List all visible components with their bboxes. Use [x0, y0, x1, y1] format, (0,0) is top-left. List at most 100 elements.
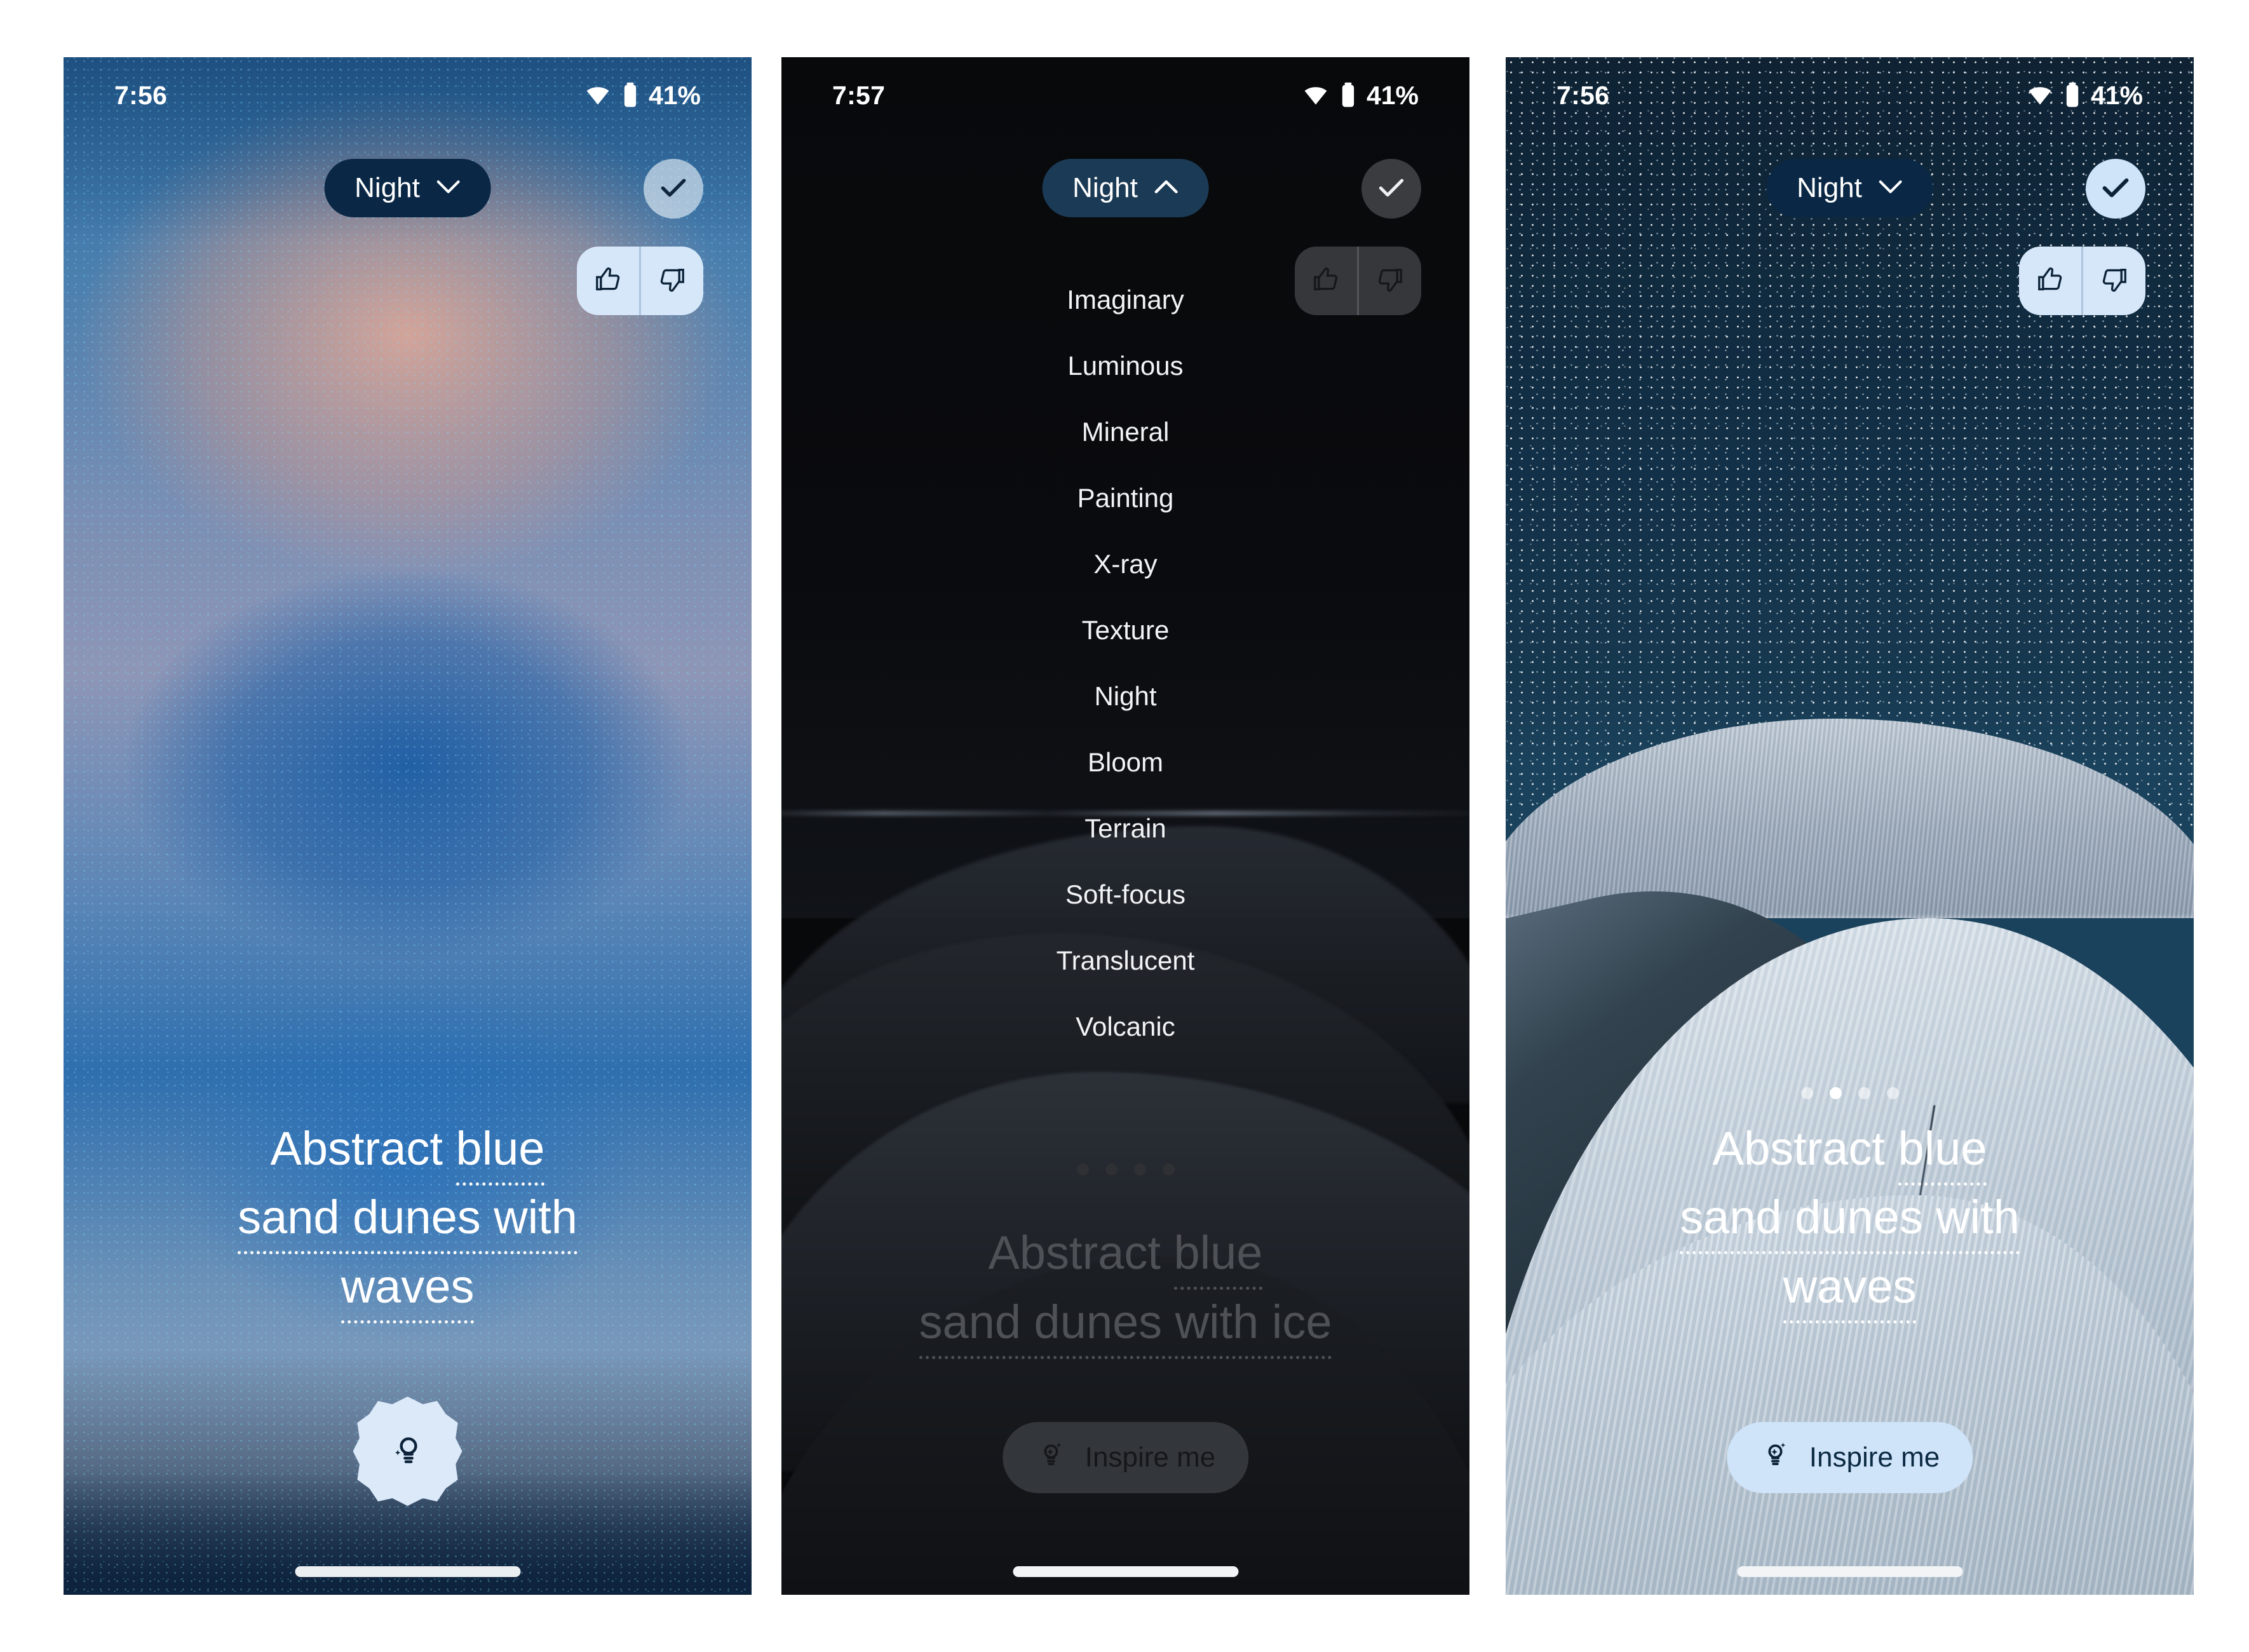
prompt-line: Abstract blue	[781, 1219, 1469, 1290]
style-selector-chip[interactable]: Night	[324, 159, 491, 217]
lightbulb-sparkle-icon	[1036, 1439, 1067, 1477]
status-icons: 41%	[584, 81, 701, 111]
prompt-line: sand dunes with ice	[781, 1288, 1469, 1360]
prompt-token-waves[interactable]: waves	[341, 1260, 475, 1324]
prompt-text[interactable]: Abstract blue sand dunes with waves	[1506, 1114, 2194, 1324]
chevron-down-icon	[1879, 179, 1903, 198]
prompt-token-sand-dunes[interactable]: sand dunes with	[238, 1191, 577, 1255]
status-icons: 41%	[2026, 81, 2143, 111]
rating-control	[2019, 247, 2145, 315]
confirm-wallpaper-button[interactable]	[2086, 159, 2145, 219]
wallpaper-preview-abstract: 7:56 41% Night Abstract blue sand dunes …	[64, 57, 752, 1595]
status-clock: 7:56	[1557, 80, 1610, 110]
style-option-painting[interactable]: Painting	[1077, 465, 1174, 531]
wallpaper-preview-dunes: 7:56 41% Night Abstract blue sand dunes …	[1506, 57, 2194, 1595]
inspire-me-button[interactable]: Inspire me	[1002, 1422, 1249, 1493]
rating-control	[1295, 247, 1421, 315]
thumb-down-button[interactable]	[641, 247, 703, 315]
inspire-me-label: Inspire me	[1809, 1442, 1940, 1473]
prompt-line: sand dunes with	[64, 1183, 752, 1255]
wifi-icon	[1302, 81, 1330, 109]
prompt-plain: Abstract	[1712, 1121, 1898, 1175]
page-dot[interactable]	[1886, 1087, 1899, 1099]
style-option-texture[interactable]: Texture	[1082, 597, 1170, 663]
page-dots	[781, 1163, 1469, 1175]
wifi-icon	[584, 81, 612, 109]
confirm-wallpaper-button[interactable]	[644, 159, 703, 219]
prompt-text[interactable]: Abstract blue sand dunes with ice	[781, 1219, 1469, 1360]
page-dot[interactable]	[1133, 1163, 1146, 1175]
style-chip-label: Night	[355, 172, 420, 203]
thumb-up-button[interactable]	[2019, 247, 2081, 315]
chevron-down-icon	[436, 179, 461, 198]
prompt-plain: Abstract	[270, 1121, 456, 1175]
confirm-wallpaper-button[interactable]	[1361, 159, 1421, 219]
inspire-me-blob-button[interactable]	[353, 1397, 463, 1506]
page-dot[interactable]	[1076, 1163, 1089, 1175]
style-option-imaginary[interactable]: Imaginary	[1067, 267, 1184, 333]
prompt-plain: Abstract	[988, 1226, 1174, 1280]
screenshot-canvas: 7:56 41% Night Abstract blue sand dunes …	[0, 0, 2249, 1652]
style-option-bloom[interactable]: Bloom	[1088, 729, 1163, 796]
thumb-down-icon	[2100, 265, 2129, 297]
status-clock: 7:57	[832, 80, 886, 110]
inspire-me-label: Inspire me	[1084, 1442, 1216, 1473]
phone-screen: 7:57 41% Night Imaginary Luminous Minera…	[781, 57, 1469, 1595]
style-option-terrain[interactable]: Terrain	[1084, 796, 1166, 862]
prompt-token-blue[interactable]: blue	[456, 1121, 545, 1186]
style-option-night[interactable]: Night	[1094, 663, 1156, 729]
home-indicator[interactable]	[1737, 1566, 1962, 1577]
style-option-mineral[interactable]: Mineral	[1082, 399, 1170, 465]
phone-screen: 7:56 41% Night Abstract blue sand dunes …	[64, 57, 752, 1595]
battery-percent: 41%	[1366, 80, 1419, 110]
page-dots	[1506, 1087, 2194, 1099]
chevron-up-icon	[1154, 179, 1179, 198]
page-dot[interactable]	[1800, 1087, 1813, 1099]
page-dot-active[interactable]	[1829, 1087, 1842, 1099]
page-dot[interactable]	[1858, 1087, 1870, 1099]
home-indicator[interactable]	[295, 1566, 520, 1577]
preview-toolbar: Night	[781, 159, 1469, 315]
rating-control	[577, 247, 703, 315]
check-icon	[658, 172, 689, 207]
preview-toolbar: Night	[1506, 159, 2194, 315]
thumb-up-button[interactable]	[577, 247, 639, 315]
lightbulb-sparkle-icon	[1760, 1439, 1792, 1477]
style-options-list: Imaginary Luminous Mineral Painting X-ra…	[781, 267, 1469, 1060]
thumb-down-icon	[1375, 265, 1405, 297]
thumb-up-icon	[1311, 265, 1341, 297]
prompt-line: Abstract blue	[1506, 1114, 2194, 1186]
style-option-luminous[interactable]: Luminous	[1067, 333, 1183, 399]
phone-screen: 7:56 41% Night Abstract blue sand dunes …	[1506, 57, 2194, 1595]
prompt-line: Abstract blue	[64, 1114, 752, 1186]
style-selector-chip[interactable]: Night	[1042, 159, 1209, 217]
style-chip-label: Night	[1072, 172, 1138, 203]
home-indicator[interactable]	[1013, 1566, 1238, 1577]
prompt-token-sand-dunes-ice[interactable]: sand dunes with ice	[919, 1296, 1332, 1360]
style-option-volcanic[interactable]: Volcanic	[1076, 994, 1175, 1060]
battery-icon	[1339, 81, 1358, 109]
wifi-icon	[2026, 81, 2054, 109]
thumb-up-icon	[2036, 265, 2065, 297]
thumb-down-button[interactable]	[1359, 247, 1421, 315]
page-dot[interactable]	[1162, 1163, 1175, 1175]
prompt-token-waves[interactable]: waves	[1783, 1260, 1917, 1324]
style-option-translucent[interactable]: Translucent	[1057, 928, 1195, 994]
prompt-token-blue[interactable]: blue	[1898, 1121, 1987, 1186]
page-dot[interactable]	[1105, 1163, 1118, 1175]
thumb-up-button[interactable]	[1295, 247, 1357, 315]
check-icon	[2099, 171, 2132, 207]
status-clock: 7:56	[114, 80, 168, 110]
thumb-up-icon	[593, 265, 623, 297]
style-option-xray[interactable]: X-ray	[1093, 531, 1157, 597]
prompt-token-blue[interactable]: blue	[1173, 1226, 1263, 1290]
prompt-text[interactable]: Abstract blue sand dunes with waves	[64, 1114, 752, 1324]
status-bar: 7:57 41%	[781, 57, 1469, 133]
battery-percent: 41%	[648, 80, 701, 110]
inspire-me-button[interactable]: Inspire me	[1726, 1422, 1973, 1493]
prompt-token-sand-dunes[interactable]: sand dunes with	[1680, 1191, 2020, 1255]
status-icons: 41%	[1302, 81, 1419, 111]
style-selector-chip[interactable]: Night	[1766, 159, 1933, 217]
style-option-soft-focus[interactable]: Soft-focus	[1065, 862, 1185, 928]
thumb-down-button[interactable]	[2083, 247, 2145, 315]
